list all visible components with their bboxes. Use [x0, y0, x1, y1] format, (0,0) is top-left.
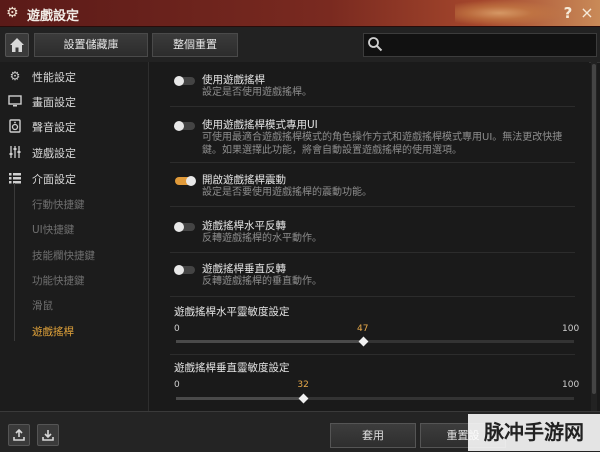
sidebar-item-sound[interactable]: 聲音設定 [0, 115, 148, 137]
title-decoration [455, 0, 565, 26]
option-title: 開啟遊戲搖桿震動 [202, 174, 286, 186]
presets-button[interactable]: 設置儲藏庫 [34, 33, 148, 57]
home-icon [10, 38, 24, 52]
divider [170, 252, 575, 253]
gamepad-horizontal-invert-toggle[interactable] [174, 222, 195, 232]
divider [170, 296, 575, 297]
gamepad-vibration-toggle[interactable] [175, 176, 196, 186]
sidebar-subitem-skillbar-keys[interactable]: 技能欄快捷鍵 [32, 248, 95, 263]
slider-value-label: 47 [357, 324, 369, 334]
sidebar-item-performance[interactable]: ⚙ 性能設定 [0, 65, 148, 87]
option-title: 使用遊戲搖桿模式專用UI [202, 119, 318, 131]
sidebar-item-label: 遊戲設定 [32, 147, 76, 160]
sidebar-subitem-mouse[interactable]: 滑鼠 [32, 298, 53, 313]
monitor-icon [8, 94, 22, 108]
gamepad-vertical-invert-toggle[interactable] [174, 265, 195, 275]
gamepad-enable-toggle[interactable] [174, 76, 195, 86]
horizontal-sensitivity-slider[interactable] [176, 340, 574, 343]
export-settings-button[interactable] [8, 424, 30, 446]
sidebar-item-display[interactable]: 畫面設定 [0, 90, 148, 112]
search-icon[interactable] [367, 36, 383, 52]
slider-max-label: 100 [562, 380, 580, 390]
vertical-sensitivity-slider[interactable] [176, 397, 574, 400]
sidebar-subitem-gamepad[interactable]: 遊戲搖桿 [32, 324, 74, 339]
slider-title: 遊戲搖桿水平靈敏度設定 [174, 306, 290, 318]
option-description: 可使用最適合遊戲搖桿模式的角色操作方式和遊戲搖桿模式專用UI。無法更改快捷鍵。如… [202, 132, 563, 156]
gear-icon: ⚙ [6, 5, 19, 21]
sidebar-item-label: 性能設定 [32, 71, 76, 84]
sidebar-item-label: 聲音設定 [32, 121, 76, 134]
divider [170, 162, 575, 163]
close-button[interactable]: × [579, 3, 595, 22]
slider-title: 遊戲搖桿垂直靈敏度設定 [174, 362, 290, 374]
gears-icon: ⚙ [9, 69, 21, 83]
slider-min-label: 0 [174, 380, 180, 390]
slider-value-label: 32 [297, 380, 309, 390]
title-bar: ⚙ 遊戲設定 ? × [0, 0, 600, 27]
sidebar-item-label: 介面設定 [32, 173, 76, 186]
gamepad-ui-toggle[interactable] [174, 121, 195, 131]
divider [170, 106, 575, 107]
search-input[interactable] [363, 33, 597, 57]
sidebar-item-label: 畫面設定 [32, 96, 76, 109]
download-icon [42, 430, 54, 441]
divider [170, 206, 575, 207]
sliders-icon [8, 145, 22, 159]
slider-min-label: 0 [174, 324, 180, 334]
sidebar-subitem-movement-keys[interactable]: 行動快捷鍵 [32, 197, 85, 212]
divider [170, 354, 575, 355]
home-button[interactable] [5, 33, 29, 57]
window-title: 遊戲設定 [27, 9, 80, 24]
reset-all-button[interactable]: 整個重置 [152, 33, 238, 57]
list-icon [8, 171, 22, 185]
sidebar-item-game[interactable]: 遊戲設定 [0, 141, 148, 163]
option-description: 反轉遊戲搖桿的垂直動作。 [202, 276, 322, 287]
sidebar-subitem-ui-keys[interactable]: UI快捷鍵 [32, 222, 74, 237]
option-title: 使用遊戲搖桿 [202, 74, 265, 86]
sidebar-item-interface[interactable]: 介面設定 [0, 167, 148, 189]
speaker-icon [8, 119, 22, 133]
apply-button[interactable]: 套用 [330, 423, 416, 448]
option-description: 設定是否要使用遊戲搖桿的震動功能。 [202, 187, 372, 198]
option-title: 遊戲搖桿水平反轉 [202, 220, 286, 232]
option-description: 反轉遊戲搖桿的水平動作。 [202, 233, 322, 244]
upload-icon [13, 428, 25, 441]
option-description: 設定是否使用遊戲搖桿。 [202, 87, 312, 98]
scrollbar-thumb[interactable] [592, 64, 596, 394]
help-button[interactable]: ? [561, 4, 575, 22]
sidebar-subitem-function-keys[interactable]: 功能快捷鍵 [32, 273, 85, 288]
submenu-guide-line [14, 183, 15, 341]
watermark: 脉冲手游网 [468, 414, 600, 451]
option-title: 遊戲搖桿垂直反轉 [202, 263, 286, 275]
slider-max-label: 100 [562, 324, 580, 334]
import-settings-button[interactable] [37, 424, 59, 446]
